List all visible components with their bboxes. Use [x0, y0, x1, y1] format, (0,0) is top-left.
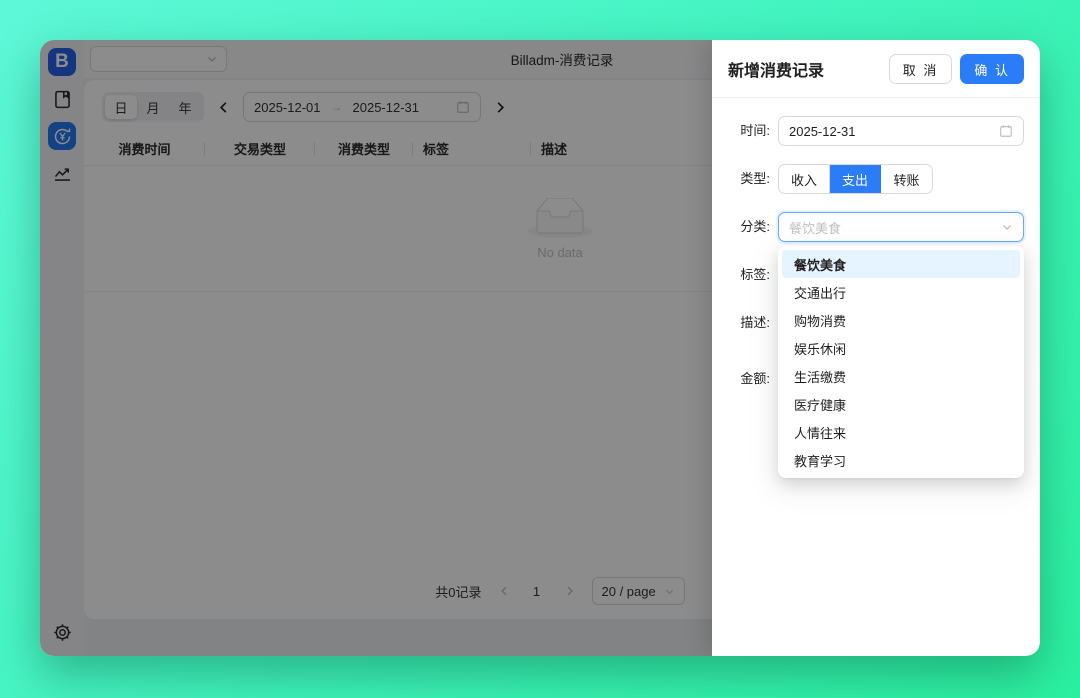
type-option-transfer[interactable]: 转账: [881, 165, 932, 193]
confirm-button[interactable]: 确 认: [960, 54, 1024, 84]
category-option[interactable]: 生活缴费: [782, 362, 1020, 390]
category-option[interactable]: 购物消费: [782, 306, 1020, 334]
cancel-button[interactable]: 取 消: [889, 54, 953, 84]
app-window: B: [40, 40, 1040, 656]
category-placeholder: 餐饮美食: [789, 218, 841, 237]
category-option[interactable]: 人情往来: [782, 418, 1020, 446]
type-option-income[interactable]: 收入: [779, 165, 830, 193]
add-record-drawer: 新增消费记录 取 消 确 认 时间: 2025-12-31: [712, 40, 1040, 656]
category-option[interactable]: 交通出行: [782, 278, 1020, 306]
form-row-category: 分类: 餐饮美食 餐饮美食 交通出行 购物消费 娱乐休闲 生活缴费: [728, 212, 1024, 242]
tag-label: 标签:: [728, 260, 770, 290]
form-row-type: 类型: 收入 支出 转账: [728, 164, 1024, 194]
drawer-form: 时间: 2025-12-31 类型:: [712, 98, 1040, 656]
time-date-picker[interactable]: 2025-12-31: [778, 116, 1024, 146]
type-option-expense[interactable]: 支出: [830, 165, 881, 193]
category-label: 分类:: [728, 212, 770, 242]
category-option[interactable]: 教育学习: [782, 446, 1020, 474]
category-option[interactable]: 医疗健康: [782, 390, 1020, 418]
time-label: 时间:: [728, 116, 770, 146]
type-button-group: 收入 支出 转账: [778, 164, 933, 194]
time-value: 2025-12-31: [789, 124, 856, 139]
drawer-header: 新增消费记录 取 消 确 认: [712, 40, 1040, 98]
drawer-title: 新增消费记录: [728, 57, 824, 81]
category-select[interactable]: 餐饮美食: [778, 212, 1024, 242]
type-label: 类型:: [728, 164, 770, 194]
chevron-down-icon: [1001, 221, 1013, 233]
form-row-time: 时间: 2025-12-31: [728, 116, 1024, 146]
category-option[interactable]: 餐饮美食: [782, 250, 1020, 278]
description-label: 描述:: [728, 308, 770, 338]
category-dropdown: 餐饮美食 交通出行 购物消费 娱乐休闲 生活缴费 医疗健康 人情往来 教育学习: [778, 246, 1024, 478]
drawer-actions: 取 消 确 认: [889, 54, 1024, 84]
category-option[interactable]: 娱乐休闲: [782, 334, 1020, 362]
calendar-icon: [999, 124, 1013, 138]
amount-label: 金额:: [728, 364, 770, 394]
